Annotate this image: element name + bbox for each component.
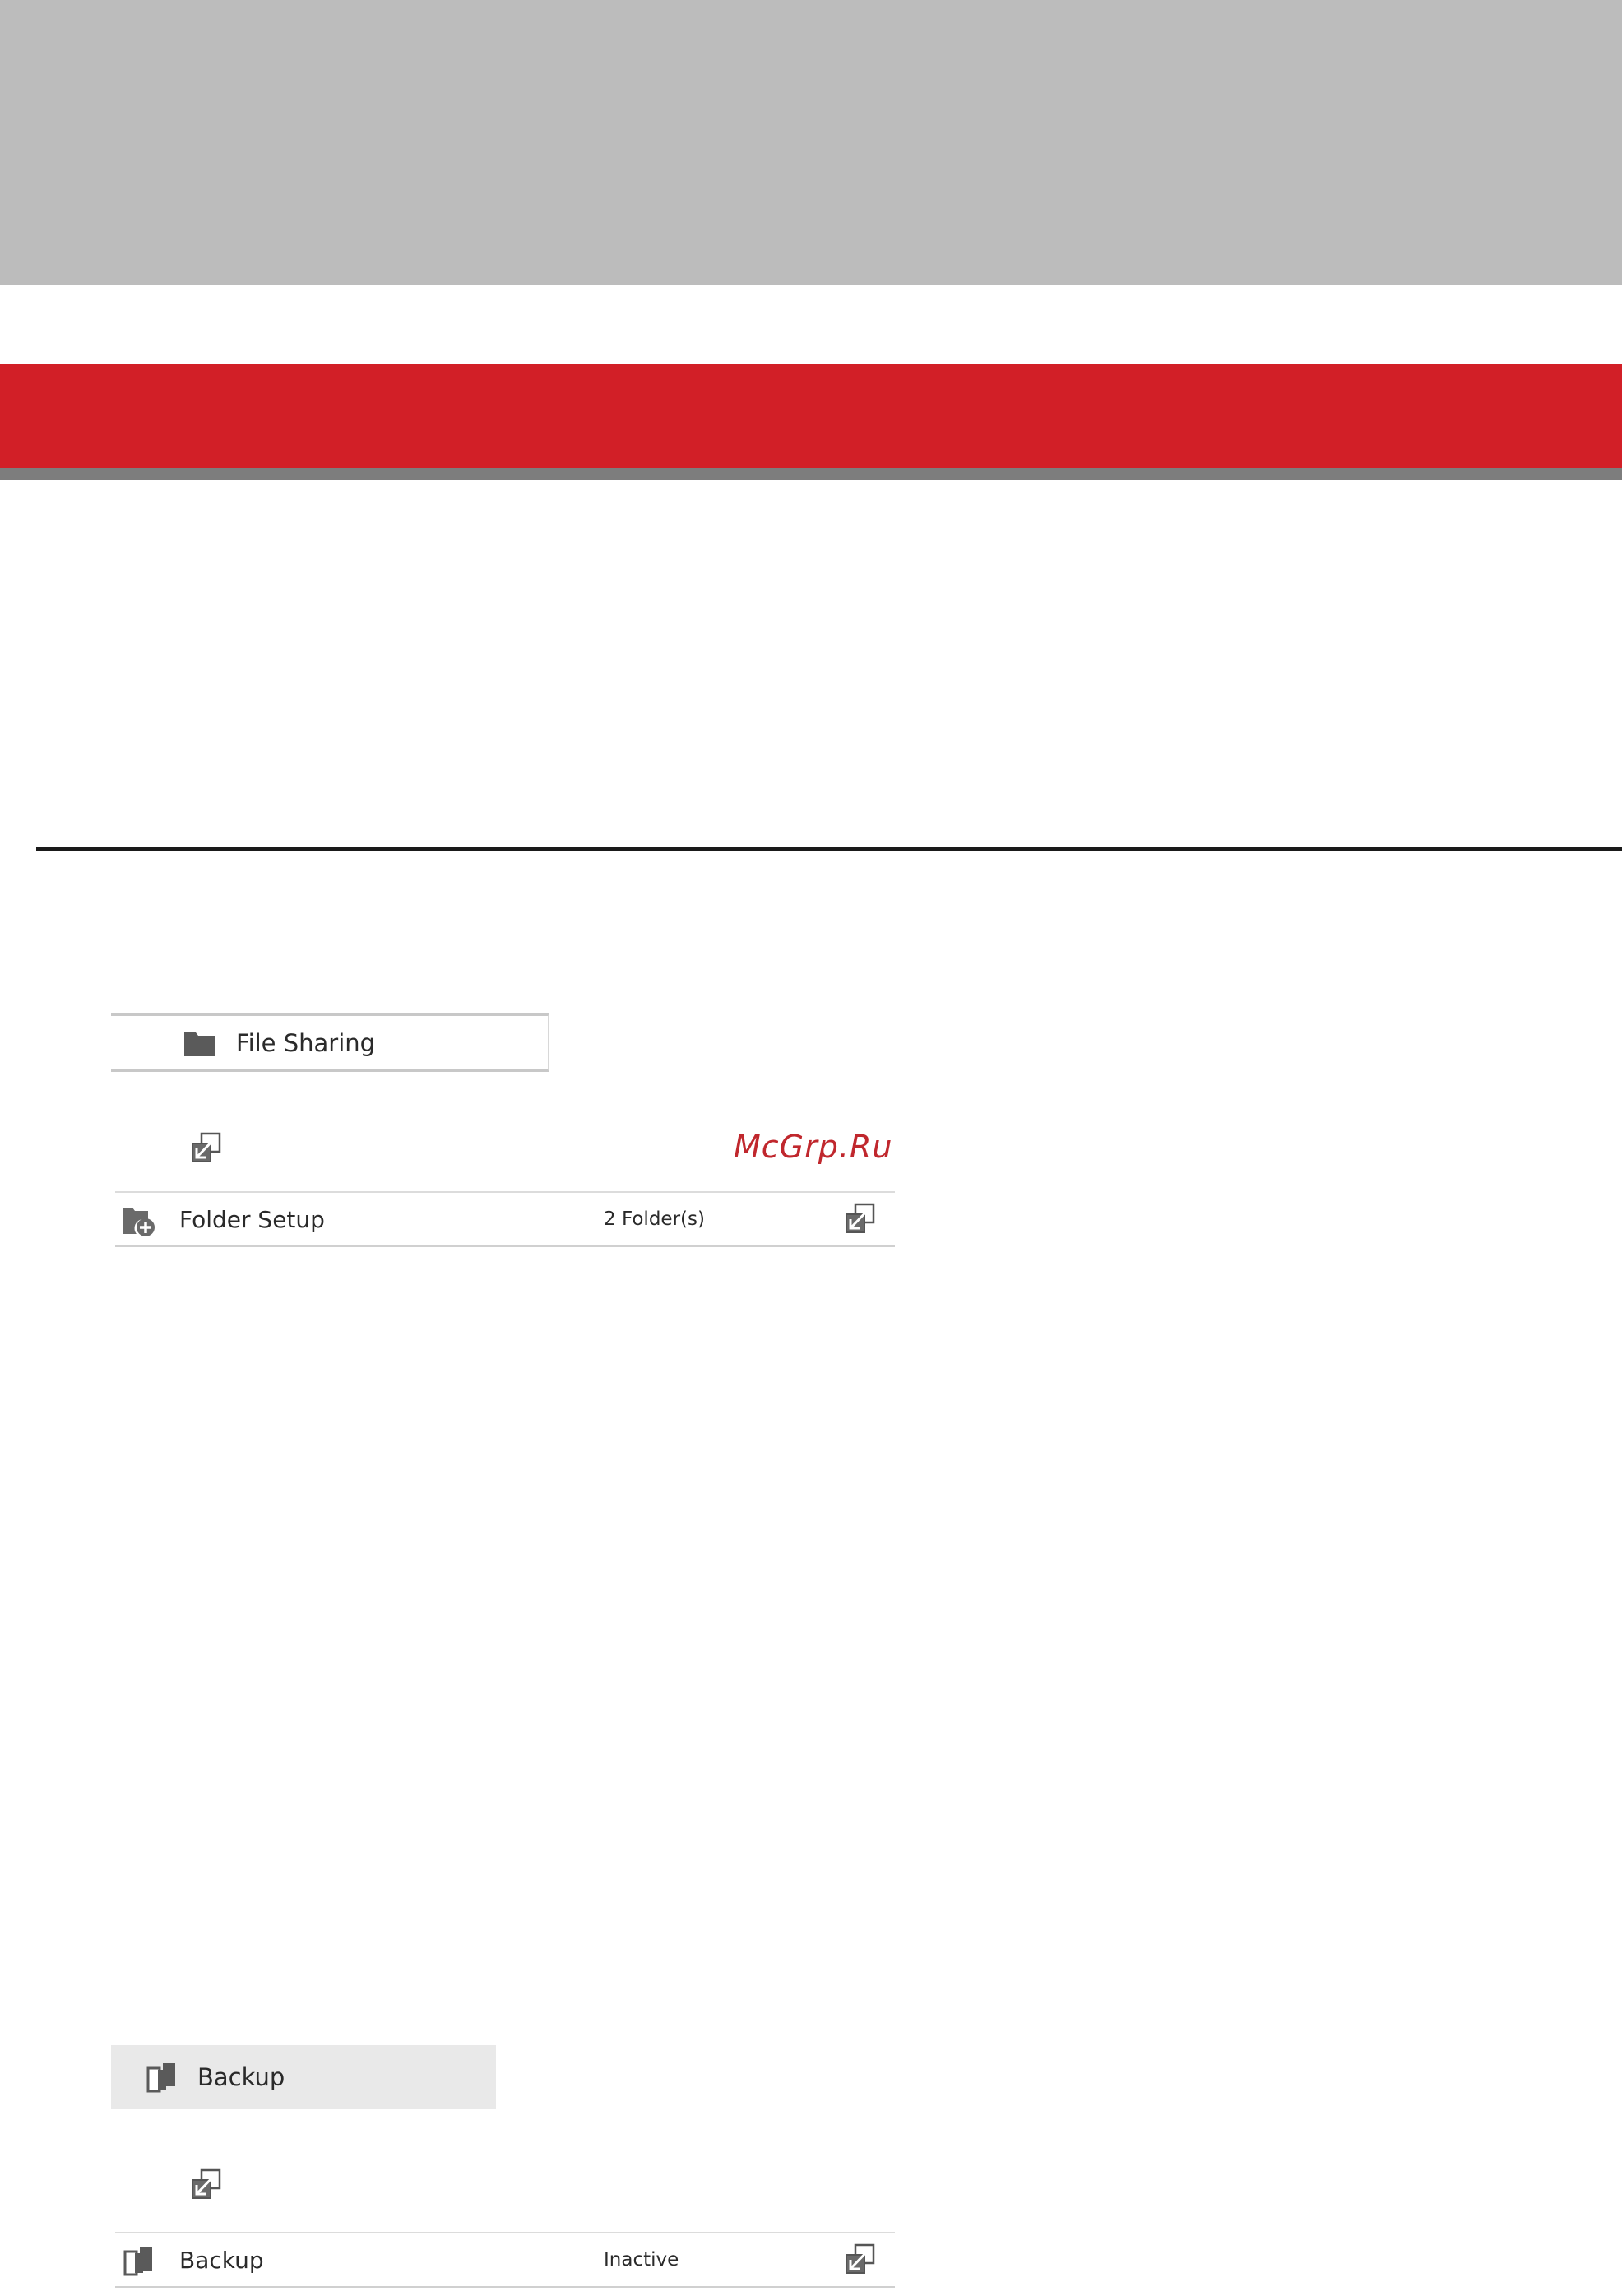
watermark: McGrp.Ru xyxy=(734,1129,893,1165)
folder-add-icon xyxy=(123,1208,155,1236)
section-divider xyxy=(36,847,1622,851)
settings-row-backup: Backup Inactive xyxy=(115,2232,895,2288)
section-title-band-shadow xyxy=(0,468,1622,480)
section-title-band xyxy=(0,364,1622,468)
open-settings-icon[interactable] xyxy=(844,1203,877,1236)
folder-icon xyxy=(184,1032,215,1056)
backup-icon xyxy=(123,2247,152,2276)
nav-item-file-sharing[interactable]: File Sharing xyxy=(111,1013,549,1072)
backup-icon xyxy=(146,2063,175,2093)
open-settings-icon[interactable] xyxy=(844,2243,877,2276)
page-header-band xyxy=(0,0,1622,285)
row-status: Inactive xyxy=(604,2249,679,2270)
nav-item-backup[interactable]: Backup xyxy=(111,2045,496,2109)
row-label: Folder Setup xyxy=(179,1205,325,1233)
row-status: 2 Folder(s) xyxy=(604,1208,705,1230)
nav-item-label: File Sharing xyxy=(236,1028,376,1057)
row-label: Backup xyxy=(179,2246,264,2274)
open-settings-icon xyxy=(192,1132,221,1162)
nav-item-label: Backup xyxy=(197,2063,285,2091)
settings-row-folder-setup: Folder Setup 2 Folder(s) xyxy=(115,1191,895,1247)
open-settings-icon xyxy=(192,2168,221,2199)
